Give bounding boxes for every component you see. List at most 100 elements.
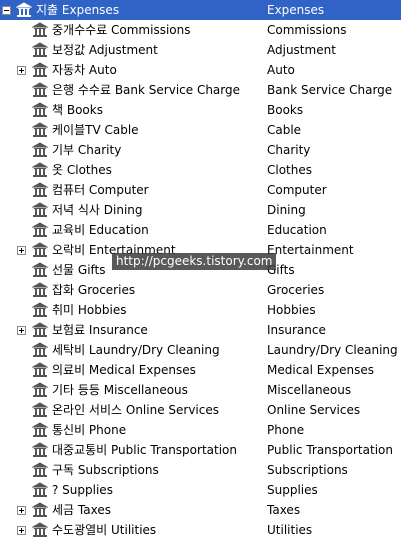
account-name: 세금 Taxes [52, 503, 111, 517]
account-value: Public Transportation [267, 443, 393, 457]
account-value: Phone [267, 423, 305, 437]
bank-building-icon [32, 182, 48, 197]
tree-row-groceries[interactable]: 잡화 Groceries Groceries [0, 280, 401, 300]
account-name: ? Supplies [52, 483, 113, 497]
tree-row-dining[interactable]: 저녁 식사 Dining Dining [0, 200, 401, 220]
tree-row-clothes[interactable]: 옷 Clothes Clothes [0, 160, 401, 180]
account-value: Utilities [267, 523, 313, 537]
tree-row-cable[interactable]: 케이블TV Cable Cable [0, 120, 401, 140]
account-value: Insurance [267, 323, 326, 337]
bank-building-icon [32, 82, 48, 97]
account-name: 기타 등등 Miscellaneous [52, 383, 188, 397]
bank-building-icon [32, 202, 48, 217]
bank-building-icon [32, 282, 48, 297]
watermark-url: http://pcgeeks.tistory.com [112, 253, 277, 270]
collapse-toggle[interactable] [2, 6, 11, 15]
expand-toggle[interactable] [17, 66, 26, 75]
tree-row-adjustment[interactable]: 보정값 Adjustment Adjustment [0, 40, 401, 60]
account-name: 통신비 Phone [52, 423, 127, 437]
account-name: 기부 Charity [52, 143, 122, 157]
tree-row-taxes[interactable]: 세금 Taxes Taxes [0, 500, 401, 520]
expand-toggle[interactable] [17, 506, 26, 515]
account-value: Hobbies [267, 303, 316, 317]
account-value: Education [267, 223, 327, 237]
bank-building-icon [32, 362, 48, 377]
account-value: Expenses [267, 3, 325, 17]
account-name: 교육비 Education [52, 223, 149, 237]
bank-building-icon [32, 522, 48, 537]
tree-row-auto[interactable]: 자동차 Auto Auto [0, 60, 401, 80]
bank-building-icon [32, 382, 48, 397]
bank-building-icon [32, 262, 48, 277]
tree-row-insurance[interactable]: 보험료 Insurance Insurance [0, 320, 401, 340]
account-name: 은행 수수료 Bank Service Charge [52, 83, 241, 97]
account-value: Computer [267, 183, 327, 197]
tree-row-books[interactable]: 책 Books Books [0, 100, 401, 120]
tree-row-public-transportation[interactable]: 대중교통비 Public Transportation Public Transp… [0, 440, 401, 460]
tree-row-laundry-dry-cleaning[interactable]: 세탁비 Laundry/Dry Cleaning Laundry/Dry Clea… [0, 340, 401, 360]
account-name: 보험료 Insurance [52, 323, 148, 337]
account-name: 수도광열비 Utilities [52, 523, 157, 537]
account-name: 컴퓨터 Computer [52, 183, 149, 197]
account-name: 저녁 식사 Dining [52, 203, 143, 217]
account-value: Charity [267, 143, 311, 157]
tree-row-commissions[interactable]: 중개수수료 Commissions Commissions [0, 20, 401, 40]
account-name: 보정값 Adjustment [52, 43, 158, 57]
account-name: 선물 Gifts [52, 263, 106, 277]
account-value: Cable [267, 123, 302, 137]
account-value: Adjustment [267, 43, 336, 57]
tree-row-charity[interactable]: 기부 Charity Charity [0, 140, 401, 160]
tree-row-subscriptions[interactable]: 구독 Subscriptions Subscriptions [0, 460, 401, 480]
account-value: Books [267, 103, 304, 117]
bank-building-icon [32, 302, 48, 317]
account-value: Entertainment [267, 243, 354, 257]
bank-building-icon [32, 502, 48, 517]
tree-row-supplies[interactable]: ? Supplies Supplies [0, 480, 401, 500]
account-value: Clothes [267, 163, 312, 177]
tree-row-education[interactable]: 교육비 Education Education [0, 220, 401, 240]
tree-row-utilities[interactable]: 수도광열비 Utilities Utilities [0, 520, 401, 540]
account-name: 취미 Hobbies [52, 303, 127, 317]
bank-building-icon [32, 162, 48, 177]
expand-toggle[interactable] [17, 326, 26, 335]
account-value: Groceries [267, 283, 325, 297]
bank-building-icon [32, 442, 48, 457]
account-name: 책 Books [52, 103, 103, 117]
bank-building-icon [32, 402, 48, 417]
bank-building-icon [16, 2, 32, 17]
account-tree: 지출 Expenses Expenses 중개수수료 Commissions Co… [0, 0, 401, 540]
account-name: 온라인 서비스 Online Services [52, 403, 219, 417]
account-value: Bank Service Charge [267, 83, 393, 97]
account-value: Auto [267, 63, 295, 77]
bank-building-icon [32, 122, 48, 137]
account-name: 중개수수료 Commissions [52, 23, 191, 37]
account-name: 케이블TV Cable [52, 123, 139, 137]
bank-building-icon [32, 102, 48, 117]
tree-row-computer[interactable]: 컴퓨터 Computer Computer [0, 180, 401, 200]
tree-row-expenses[interactable]: 지출 Expenses Expenses [0, 0, 401, 20]
account-name: 세탁비 Laundry/Dry Cleaning [52, 343, 220, 357]
account-value: Online Services [267, 403, 361, 417]
bank-building-icon [32, 42, 48, 57]
tree-row-medical-expenses[interactable]: 의료비 Medical Expenses Medical Expenses [0, 360, 401, 380]
bank-building-icon [32, 62, 48, 77]
account-name: 구독 Subscriptions [52, 463, 159, 477]
tree-row-phone[interactable]: 통신비 Phone Phone [0, 420, 401, 440]
tree-row-hobbies[interactable]: 취미 Hobbies Hobbies [0, 300, 401, 320]
expand-toggle[interactable] [17, 246, 26, 255]
tree-row-bank-service-charge[interactable]: 은행 수수료 Bank Service Charge Bank Service C… [0, 80, 401, 100]
bank-building-icon [32, 242, 48, 257]
bank-building-icon [32, 342, 48, 357]
bank-building-icon [32, 482, 48, 497]
account-name: 의료비 Medical Expenses [52, 363, 196, 377]
account-value: Subscriptions [267, 463, 348, 477]
account-name: 잡화 Groceries [52, 283, 136, 297]
account-value: Supplies [267, 483, 318, 497]
tree-row-miscellaneous[interactable]: 기타 등등 Miscellaneous Miscellaneous [0, 380, 401, 400]
bank-building-icon [32, 22, 48, 37]
account-value: Dining [267, 203, 306, 217]
account-value: Medical Expenses [267, 363, 374, 377]
expand-toggle[interactable] [17, 526, 26, 535]
tree-row-online-services[interactable]: 온라인 서비스 Online Services Online Services [0, 400, 401, 420]
account-name: 대중교통비 Public Transportation [52, 443, 237, 457]
